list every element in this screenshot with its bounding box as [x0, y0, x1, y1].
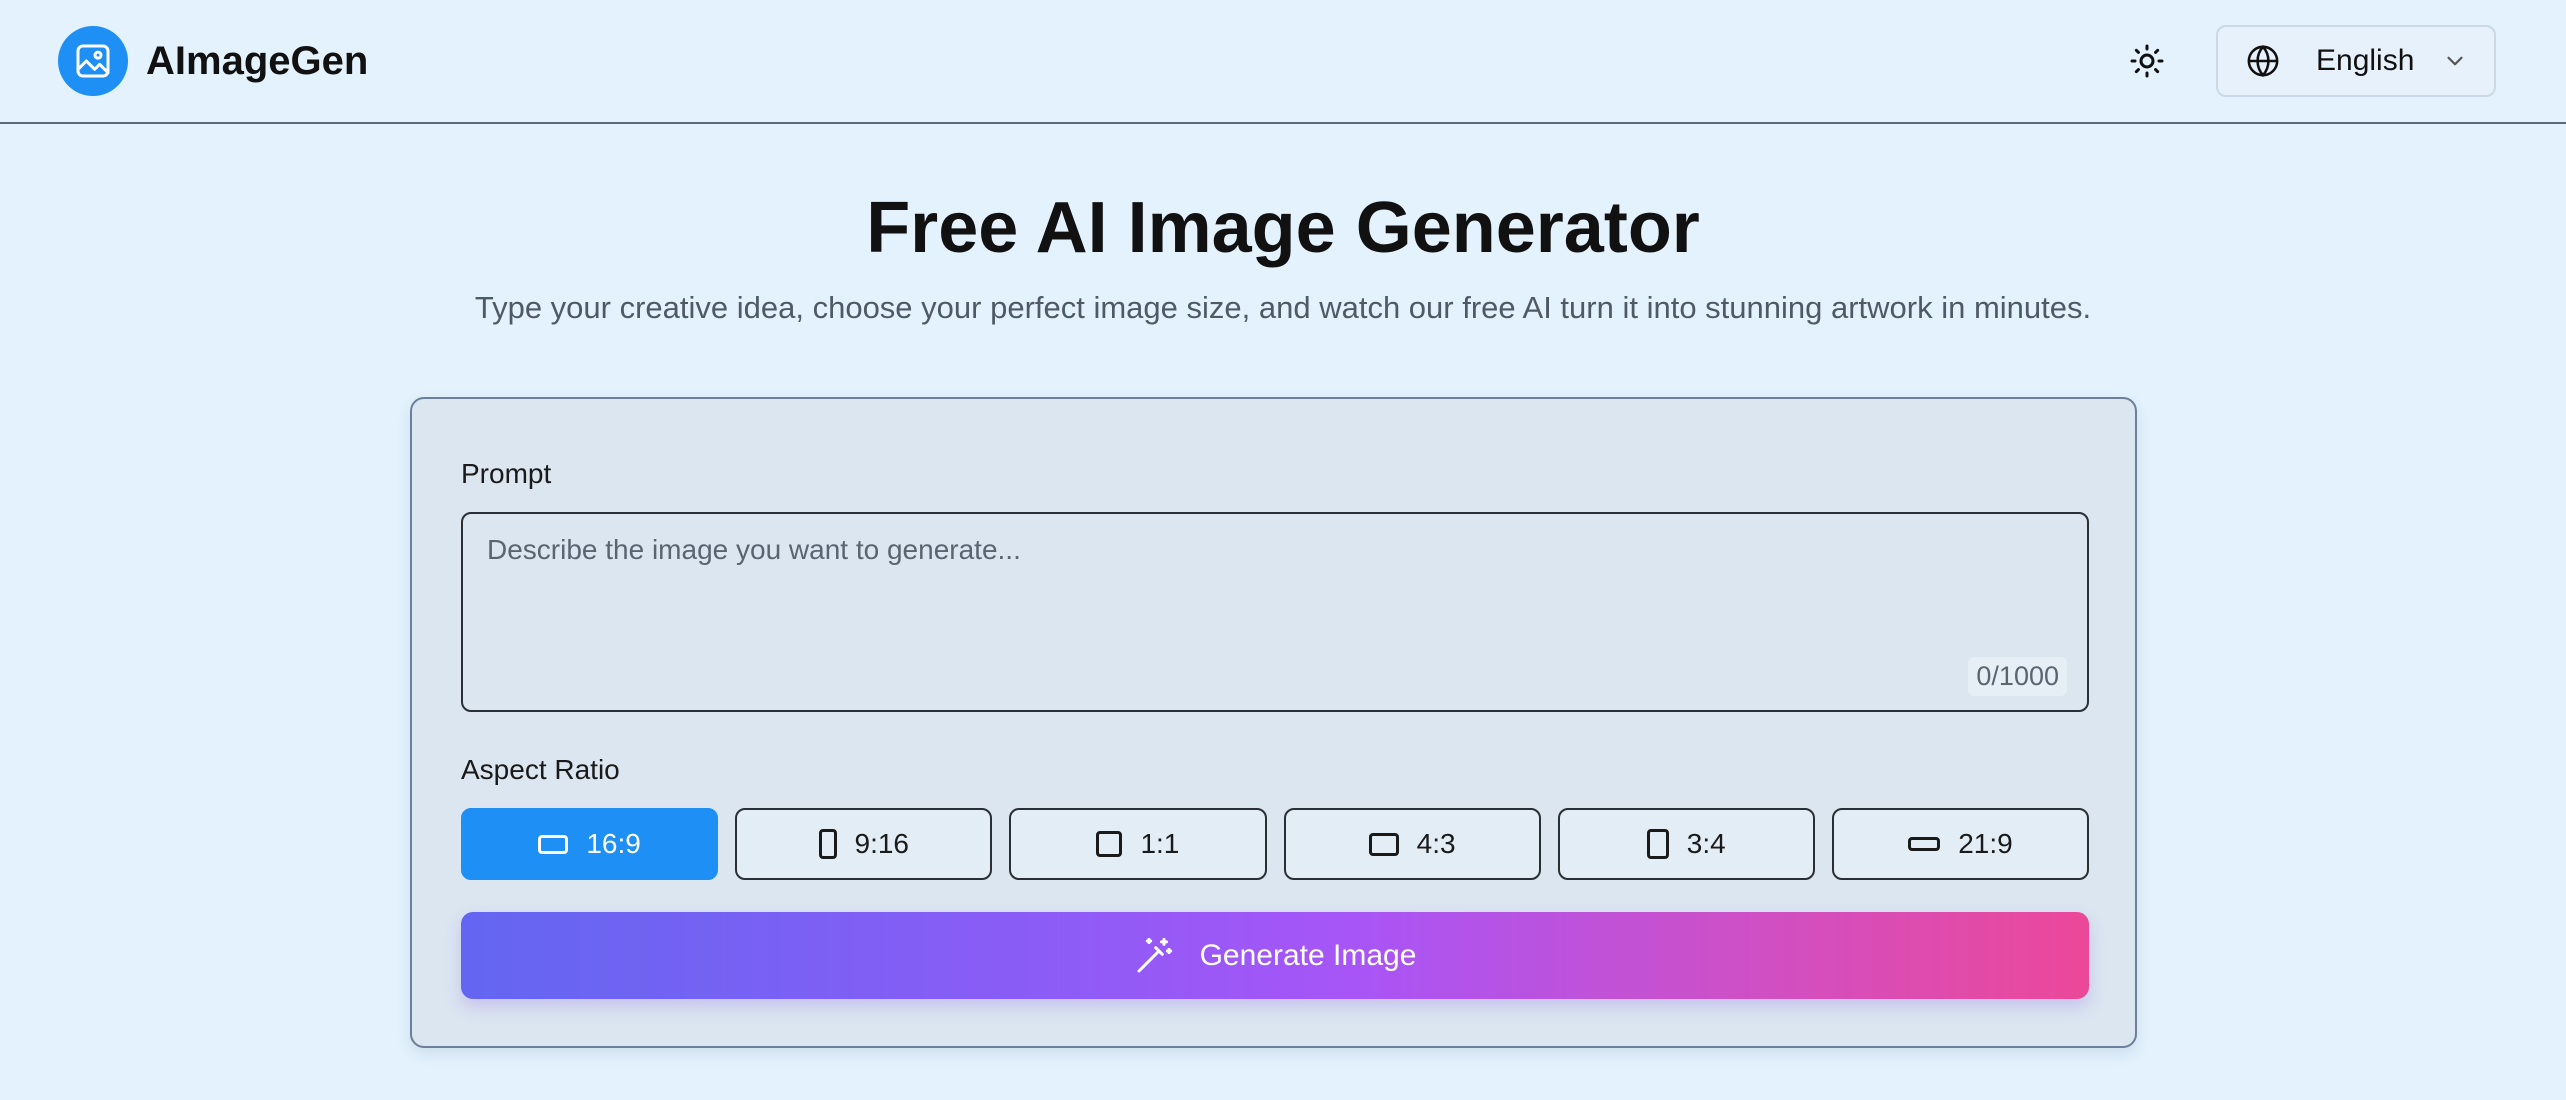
landscape-ratio-icon — [538, 834, 569, 854]
prompt-label: Prompt — [461, 458, 552, 489]
header-actions: English — [2112, 25, 2496, 97]
ratio-label: 9:16 — [854, 828, 910, 859]
aspect-ratio-label: Aspect Ratio — [461, 754, 620, 785]
ratio-button-4-3[interactable]: 4:3 — [1283, 808, 1541, 880]
sun-icon — [2130, 44, 2164, 78]
square-ratio-icon — [1096, 831, 1123, 857]
brand[interactable]: AImageGen — [58, 26, 368, 96]
prompt-field: 0/1000 — [461, 512, 2089, 712]
chevron-down-icon — [2447, 56, 2463, 66]
aspect-ratio-group: 16:9 9:16 1:1 4:3 3:4 21:9 — [461, 808, 2090, 880]
theme-toggle-button[interactable] — [2112, 26, 2182, 96]
portrait-ratio-icon — [818, 829, 837, 859]
prompt-input[interactable] — [463, 514, 2087, 710]
ratio-button-1-1[interactable]: 1:1 — [1009, 808, 1267, 880]
page-title: Free AI Image Generator — [866, 188, 1700, 268]
brand-name: AImageGen — [146, 38, 369, 83]
generator-card: Prompt 0/1000 Aspect Ratio 16:9 9:16 1:1… — [410, 397, 2137, 1048]
ratio-label: 4:3 — [1416, 828, 1456, 859]
page-subtitle: Type your creative idea, choose your per… — [474, 290, 2092, 325]
ratio-button-3-4[interactable]: 3:4 — [1557, 808, 1815, 880]
language-label: English — [2316, 44, 2415, 77]
wide-ratio-icon — [1908, 837, 1941, 851]
landscape-ratio-icon — [1368, 832, 1399, 856]
ratio-button-9-16[interactable]: 9:16 — [735, 808, 993, 880]
ratio-label: 21:9 — [1958, 828, 2013, 859]
ratio-label: 3:4 — [1686, 828, 1726, 859]
ratio-label: 1:1 — [1140, 828, 1180, 859]
portrait-ratio-icon — [1646, 829, 1669, 859]
language-select[interactable]: English — [2216, 25, 2496, 97]
ratio-label: 16:9 — [586, 828, 641, 859]
generate-label: Generate Image — [1199, 938, 1417, 972]
globe-icon — [2247, 44, 2279, 78]
ratio-button-16-9[interactable]: 16:9 — [461, 808, 719, 880]
generate-image-button[interactable]: Generate Image — [461, 912, 2089, 999]
magic-wand-icon — [1137, 937, 1172, 972]
char-counter: 0/1000 — [1968, 657, 2067, 696]
ratio-button-21-9[interactable]: 21:9 — [1831, 808, 2090, 880]
logo-image-icon — [58, 26, 128, 96]
top-bar: AImageGen English — [0, 0, 2566, 124]
